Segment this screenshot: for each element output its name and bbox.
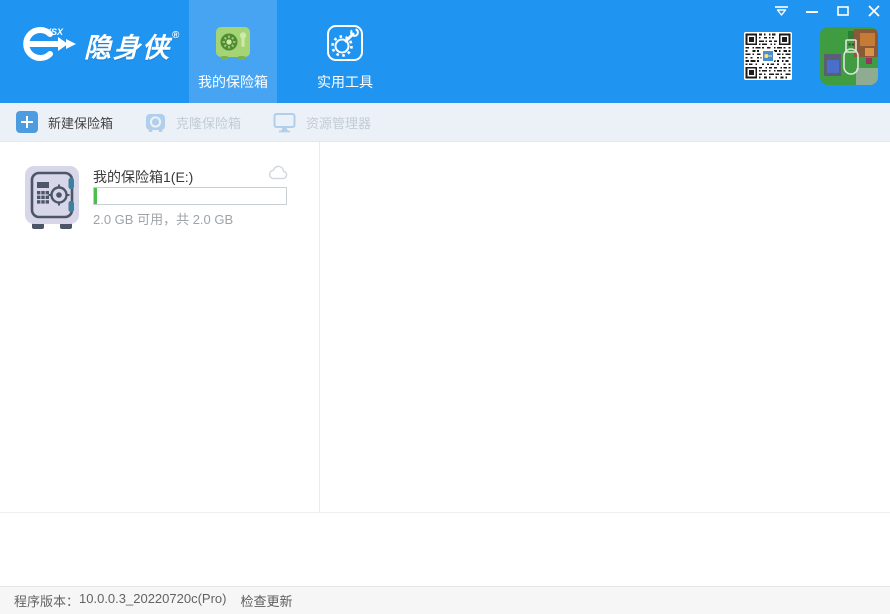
usb-promo-image — [820, 27, 878, 85]
safe-usage-text: 2.0 GB 可用，共 2.0 GB — [93, 212, 234, 227]
usb-promo-banner[interactable] — [820, 27, 878, 85]
safe-usage-bar — [93, 187, 287, 205]
toolbar: 新建保险箱 克隆保险箱 资源管理器 — [0, 103, 890, 142]
maximize-button[interactable] — [835, 3, 851, 19]
skin-menu-icon — [774, 6, 788, 16]
version-label: 程序版本： — [14, 594, 80, 609]
skin-menu-button[interactable] — [773, 3, 789, 19]
minimize-icon — [806, 11, 818, 13]
cloud-icon — [268, 165, 288, 180]
version-value: 10.0.0.3_20220720c(Pro) — [79, 591, 227, 606]
close-button[interactable] — [866, 3, 882, 19]
safe-usage-fill — [94, 188, 97, 204]
qr-code — [744, 32, 792, 80]
registered-mark: ® — [172, 29, 182, 41]
tab-label: 我的保险箱 — [198, 74, 268, 90]
logo-mark-text: YSX — [45, 27, 64, 37]
qr-code-image — [744, 32, 792, 80]
tools-icon — [327, 25, 363, 61]
tab-label: 实用工具 — [317, 74, 373, 90]
explorer-button[interactable]: 资源管理器 — [273, 112, 371, 133]
close-icon — [868, 5, 880, 17]
new-safe-label: 新建保险箱 — [48, 115, 114, 131]
app-logo: YSX 隐身侠® — [18, 20, 180, 66]
logo-ekey-icon: YSX — [23, 27, 76, 61]
main-area: 我的保险箱1(E:) 2.0 GB 可用，共 2.0 GB — [0, 142, 890, 512]
safe-list-panel: 我的保险箱1(E:) 2.0 GB 可用，共 2.0 GB — [0, 142, 320, 512]
version-text: 程序版本： 10.0.0.3_20220720c(Pro) — [14, 591, 226, 610]
maximize-icon — [837, 6, 849, 16]
clone-safe-label: 克隆保险箱 — [176, 115, 242, 131]
new-safe-button[interactable]: 新建保险箱 — [16, 111, 113, 133]
window-controls — [773, 3, 882, 19]
cloud-sync-button[interactable] — [268, 165, 288, 185]
logo-text: 隐身侠® — [84, 29, 182, 63]
header: YSX 隐身侠® 我的保险箱 实用工具 — [0, 0, 890, 103]
main-tabs: 我的保险箱 实用工具 — [189, 0, 389, 103]
status-bar: 程序版本： 10.0.0.3_20220720c(Pro) 检查更新 — [0, 586, 890, 614]
vault-icon — [25, 166, 79, 229]
bottom-spacer — [0, 513, 890, 586]
plus-icon — [16, 111, 38, 133]
check-update-link[interactable]: 检查更新 — [240, 591, 292, 610]
explorer-icon — [273, 112, 296, 132]
tab-utility-tools[interactable]: 实用工具 — [301, 0, 389, 103]
content-pane — [320, 142, 890, 512]
clone-safe-button[interactable]: 克隆保险箱 — [145, 112, 241, 133]
safe-icon — [216, 27, 250, 60]
safe-name: 我的保险箱1(E:) — [93, 169, 194, 185]
safe-list-item[interactable]: 我的保险箱1(E:) 2.0 GB 可用，共 2.0 GB — [0, 142, 320, 252]
minimize-button[interactable] — [804, 3, 820, 19]
explorer-label: 资源管理器 — [306, 115, 372, 131]
clone-safe-icon — [146, 113, 166, 132]
tab-my-safes[interactable]: 我的保险箱 — [189, 0, 277, 103]
